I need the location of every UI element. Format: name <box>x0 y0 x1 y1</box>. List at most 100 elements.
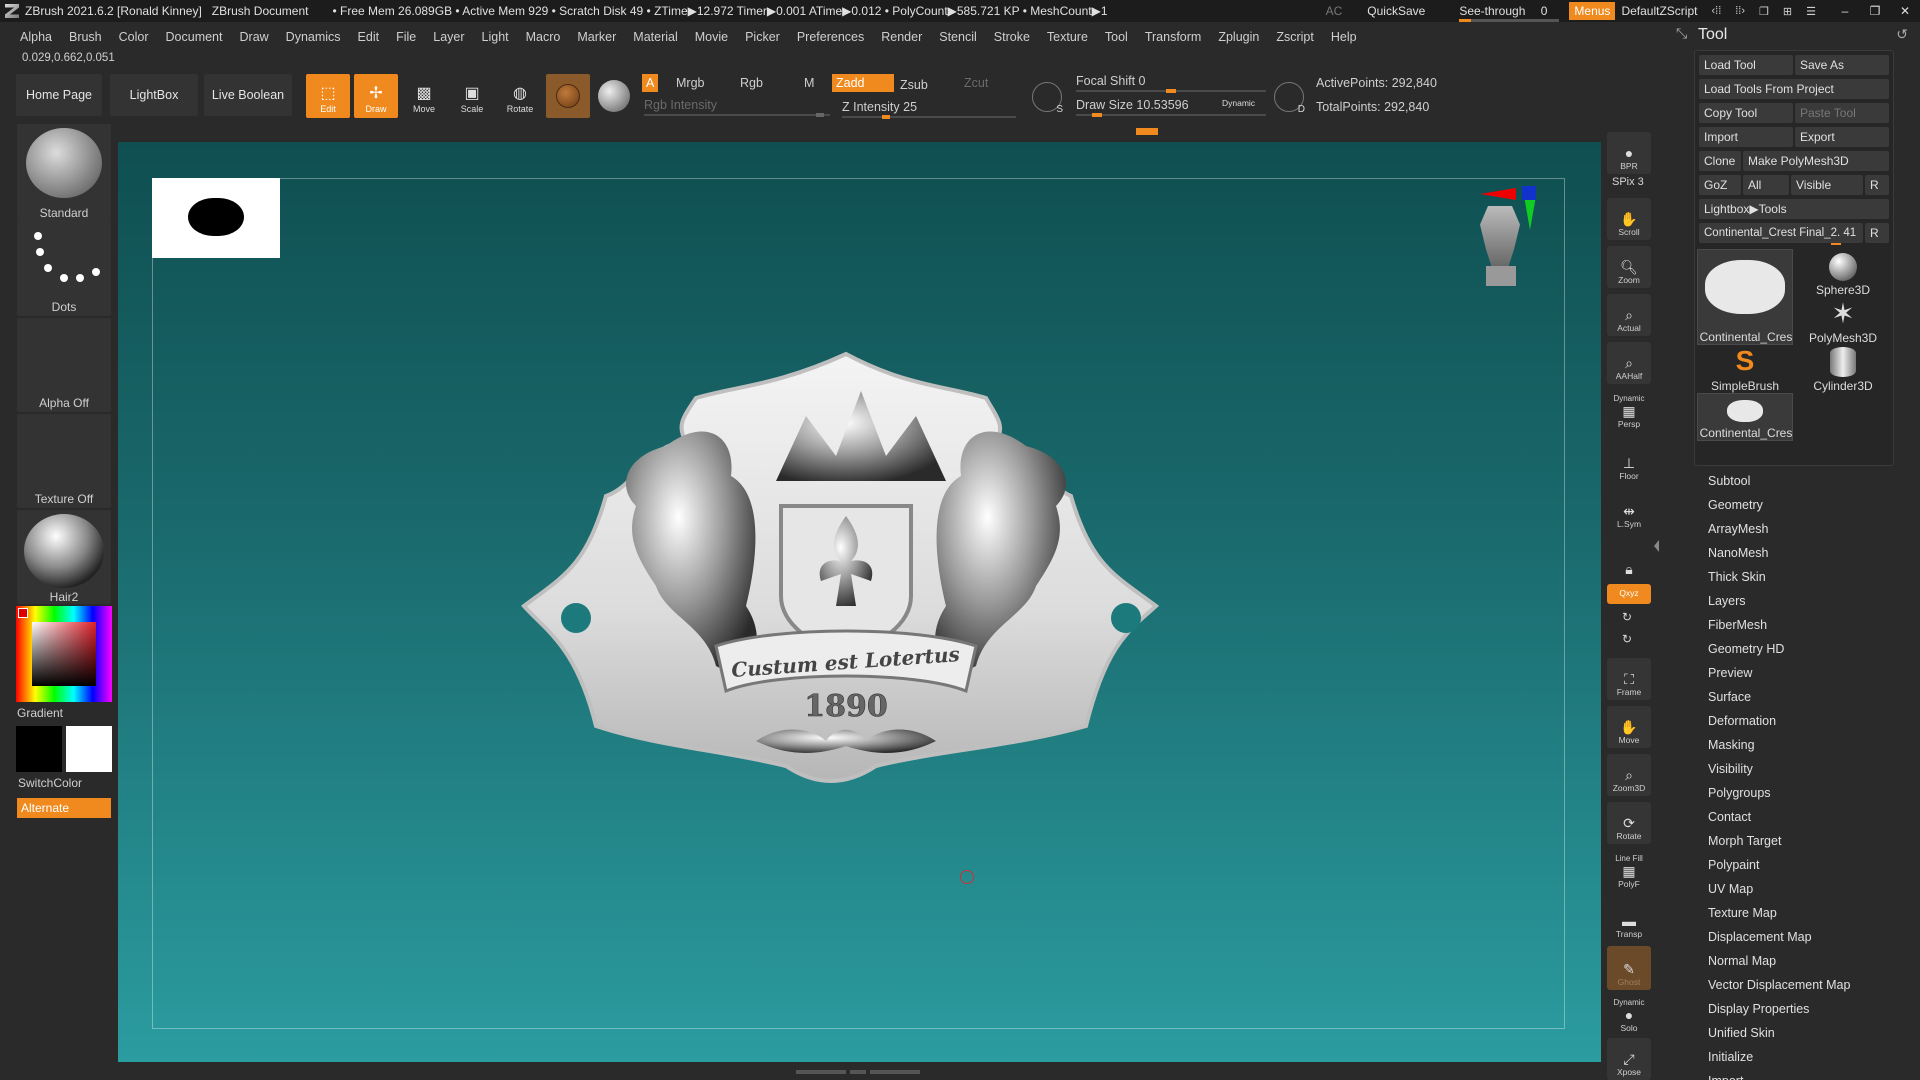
transp-button[interactable]: ▬ Transp <box>1607 900 1651 942</box>
sculpt-d-icon[interactable]: D <box>1274 82 1305 115</box>
stroke-selector[interactable]: Dots <box>17 222 111 316</box>
primary-color-swatch[interactable] <box>16 726 62 772</box>
menu-stencil[interactable]: Stencil <box>939 30 977 44</box>
focal-shift-slider[interactable]: Focal Shift 0 <box>1076 74 1145 88</box>
menu-material[interactable]: Material <box>633 30 677 44</box>
a-toggle[interactable]: A <box>642 74 659 92</box>
ui-layout-selector[interactable]: DefaultZScript <box>1621 4 1697 18</box>
tool-r-button[interactable]: R <box>1865 223 1889 243</box>
subpalette-nanomesh[interactable]: NanoMesh <box>1708 546 1768 560</box>
tool-thumb-polymesh3d[interactable]: ✶ PolyMesh3D <box>1795 297 1891 346</box>
subpalette-visibility[interactable]: Visibility <box>1708 762 1753 776</box>
sculpt-s-icon[interactable]: S <box>1032 82 1063 115</box>
scroll-button[interactable]: ✋ Scroll <box>1607 198 1651 240</box>
menu-edit[interactable]: Edit <box>358 30 380 44</box>
mrgb-toggle[interactable]: Mrgb <box>676 76 704 90</box>
menu-light[interactable]: Light <box>482 30 509 44</box>
edit-button[interactable]: ⬚ Edit <box>306 74 350 118</box>
local-symmetry-button[interactable]: ⇹ L.Sym <box>1607 490 1651 532</box>
palette-reset-icon[interactable]: ↺ <box>1896 26 1908 43</box>
subpalette-layers[interactable]: Layers <box>1708 594 1746 608</box>
menu-render[interactable]: Render <box>881 30 922 44</box>
menu-marker[interactable]: Marker <box>577 30 616 44</box>
tool-thumb-continental-small[interactable]: Continental_Cres <box>1697 393 1793 441</box>
subpalette-polypaint[interactable]: Polypaint <box>1708 858 1759 872</box>
menu-zscript[interactable]: Zscript <box>1276 30 1314 44</box>
xyz-button[interactable]: Qxyz <box>1607 584 1651 604</box>
m-toggle[interactable]: M <box>804 76 814 90</box>
tray-collapse-icon[interactable] <box>1654 540 1659 552</box>
menu-dynamics[interactable]: Dynamics <box>286 30 341 44</box>
ghost-button[interactable]: ✎ Ghost <box>1607 946 1651 990</box>
navigation-cube-head[interactable] <box>1470 186 1536 296</box>
save-as-button[interactable]: Save As <box>1795 55 1889 75</box>
subpalette-initialize[interactable]: Initialize <box>1708 1050 1753 1064</box>
import-button[interactable]: Import <box>1699 127 1793 147</box>
arrows-left-icon[interactable]: ‹⁞⁞ <box>1711 5 1721 18</box>
zcut-toggle[interactable]: Zcut <box>964 76 988 90</box>
subpalette-deformation[interactable]: Deformation <box>1708 714 1776 728</box>
make-polymesh3d-button[interactable]: Make PolyMesh3D <box>1743 151 1889 171</box>
tool-thumb-sphere3d[interactable]: Sphere3D <box>1795 249 1891 297</box>
color-picker[interactable] <box>16 606 112 702</box>
home-page-button[interactable]: Home Page <box>16 74 102 116</box>
layout-icon[interactable]: ❐ <box>1759 5 1769 18</box>
lightbox-tools-button[interactable]: Lightbox▶Tools <box>1699 199 1889 219</box>
load-tools-from-project-button[interactable]: Load Tools From Project <box>1699 79 1889 99</box>
subpalette-fibermesh[interactable]: FiberMesh <box>1708 618 1767 632</box>
rgb-toggle[interactable]: Rgb <box>740 76 763 90</box>
menu-preferences[interactable]: Preferences <box>797 30 864 44</box>
zoom-button[interactable]: 🔍︎ Zoom <box>1607 246 1651 288</box>
z-intensity-slider[interactable]: Z Intensity 25 <box>842 100 917 114</box>
draw-button[interactable]: ✢ Draw <box>354 74 398 118</box>
switch-color-button[interactable]: SwitchColor <box>10 776 90 790</box>
material-selector[interactable]: Hair2 <box>17 510 111 604</box>
see-through-slider[interactable]: See-through 0 <box>1459 4 1560 22</box>
subpalette-arraymesh[interactable]: ArrayMesh <box>1708 522 1768 536</box>
material-swatch-button[interactable] <box>546 74 590 118</box>
rgb-intensity-slider[interactable]: Rgb Intensity <box>644 98 717 112</box>
frame-button[interactable]: ⛶ Frame <box>1607 658 1651 700</box>
canvas-viewport[interactable]: Custum est Lotertus 1890 <box>118 142 1601 1062</box>
quicksave-button[interactable]: QuickSave <box>1367 4 1425 18</box>
paste-tool-button[interactable]: Paste Tool <box>1795 103 1889 123</box>
menu-stroke[interactable]: Stroke <box>994 30 1030 44</box>
move-button[interactable]: ▩ Move <box>402 74 446 118</box>
menu-tool[interactable]: Tool <box>1105 30 1128 44</box>
lightbox-button[interactable]: LightBox <box>110 74 198 116</box>
floor-button[interactable]: ⊥ Floor <box>1607 442 1651 484</box>
secondary-color-swatch[interactable] <box>66 726 112 772</box>
dynamic-toggle[interactable]: Dynamic <box>1222 98 1255 108</box>
draw-size-slider[interactable]: Draw Size 10.53596 <box>1076 98 1189 112</box>
color-field[interactable] <box>32 622 96 686</box>
menu-texture[interactable]: Texture <box>1047 30 1088 44</box>
tool-thumb-simplebrush[interactable]: S SimpleBrush <box>1697 345 1793 393</box>
subpalette-vector-displacement-map[interactable]: Vector Displacement Map <box>1708 978 1850 992</box>
load-tool-button[interactable]: Load Tool <box>1699 55 1793 75</box>
menu-color[interactable]: Color <box>119 30 149 44</box>
menu-draw[interactable]: Draw <box>240 30 269 44</box>
aahalf-button[interactable]: ⌕ AAHalf <box>1607 342 1651 384</box>
goz-button[interactable]: GoZ <box>1699 175 1741 195</box>
subpalette-texture-map[interactable]: Texture Map <box>1708 906 1777 920</box>
lock-button[interactable]: 🔒︎ <box>1607 538 1651 580</box>
brush-selector[interactable]: Standard <box>17 124 111 222</box>
subpalette-unified-skin[interactable]: Unified Skin <box>1708 1026 1775 1040</box>
close-icon[interactable]: ✕ <box>1890 4 1920 18</box>
menu-layer[interactable]: Layer <box>433 30 464 44</box>
export-button[interactable]: Export <box>1795 127 1889 147</box>
color-sphere-icon[interactable] <box>598 80 630 112</box>
arrows-right-icon[interactable]: ⁞⁞› <box>1735 5 1745 18</box>
menu-zplugin[interactable]: Zplugin <box>1218 30 1259 44</box>
zsub-toggle[interactable]: Zsub <box>900 78 928 92</box>
subpalette-display-properties[interactable]: Display Properties <box>1708 1002 1809 1016</box>
clone-button[interactable]: Clone <box>1699 151 1741 171</box>
polyf-button[interactable]: Line Fill ▦ PolyF <box>1607 850 1651 892</box>
texture-selector[interactable]: Texture Off <box>17 414 111 508</box>
scale-button[interactable]: ▣ Scale <box>450 74 494 118</box>
subpalette-polygroups[interactable]: Polygroups <box>1708 786 1771 800</box>
tool-thumb-cylinder3d[interactable]: Cylinder3D <box>1795 345 1891 393</box>
bpr-button[interactable]: ● BPR <box>1607 132 1651 174</box>
gradient-label[interactable]: Gradient <box>10 706 70 720</box>
tool-thumb-continental[interactable]: Continental_Cres <box>1697 249 1793 345</box>
